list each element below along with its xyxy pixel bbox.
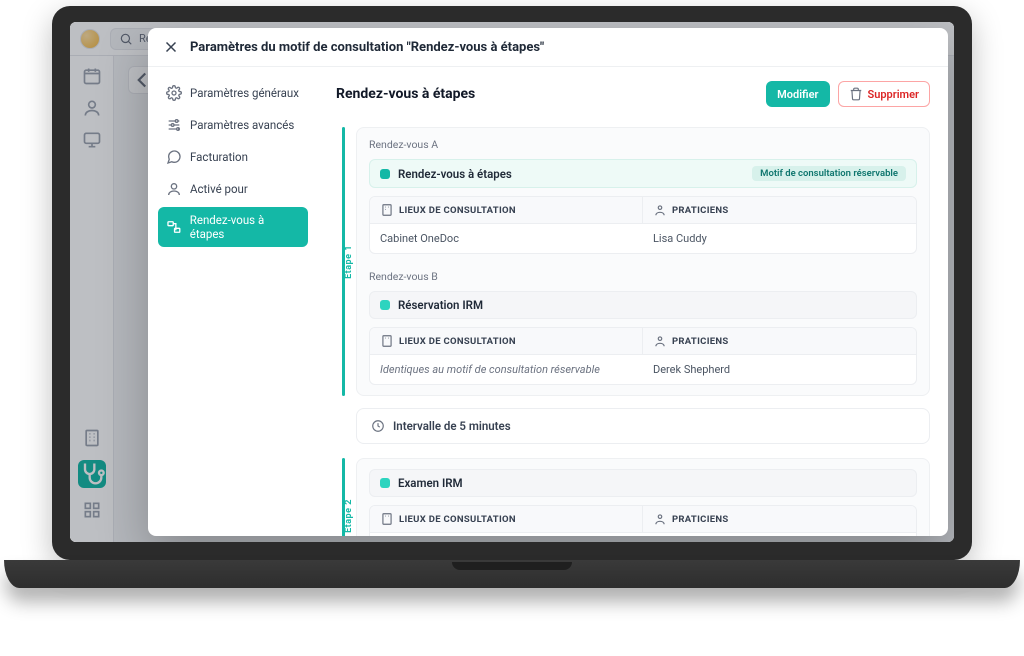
interval-block: Intervalle de 5 minutes (356, 408, 930, 444)
col-lieux-header: LIEUX DE CONSULTATION (370, 197, 643, 224)
chat-icon (166, 149, 182, 165)
etape2-prat: Lisa Cuddy (643, 533, 916, 536)
sidebar: Paramètres généraux Paramètres avancés F… (148, 67, 318, 536)
sidebar-item-steps[interactable]: Rendez-vous à étapes (158, 207, 308, 247)
rv-b-prat: Derek Shepherd (643, 355, 916, 384)
sidebar-item-label: Paramètres généraux (190, 86, 299, 100)
etape-2: Étape 2 Examen IRM (336, 458, 930, 536)
user-icon (653, 334, 667, 348)
etape2-table: LIEUX DE CONSULTATION PRATICIENS Identiq… (369, 505, 917, 536)
sidebar-item-activated-for[interactable]: Activé pour (158, 175, 308, 203)
rv-b-table: LIEUX DE CONSULTATION PRATICIENS Identiq… (369, 327, 917, 385)
rv-b-motif-name: Réservation IRM (398, 298, 483, 312)
rv-a-motif-row: Rendez-vous à étapes Motif de consultati… (369, 159, 917, 188)
modal-header: Paramètres du motif de consultation "Ren… (148, 28, 948, 67)
building-icon (380, 512, 394, 526)
sidebar-item-label: Paramètres avancés (190, 118, 294, 132)
building-icon (380, 203, 394, 217)
rv-a-prat: Lisa Cuddy (643, 224, 916, 253)
sidebar-item-label: Rendez-vous à étapes (190, 213, 300, 241)
interval-label: Intervalle de 5 minutes (393, 419, 511, 433)
delete-button[interactable]: Supprimer (838, 81, 930, 107)
close-icon[interactable] (162, 38, 180, 56)
sliders-icon (166, 117, 182, 133)
rv-a-sub: Rendez-vous A (369, 138, 917, 151)
etape2-lieu: Identiques au motif de consultation rése… (370, 533, 643, 536)
gear-icon (166, 85, 182, 101)
col-prat-header: PRATICIENS (643, 197, 916, 224)
color-swatch-icon (380, 169, 390, 179)
color-swatch-icon (380, 478, 390, 488)
settings-modal: Paramètres du motif de consultation "Ren… (148, 28, 948, 536)
user-icon (166, 181, 182, 197)
delete-button-label: Supprimer (868, 88, 919, 101)
page-title: Rendez-vous à étapes (336, 86, 475, 102)
sidebar-item-general[interactable]: Paramètres généraux (158, 79, 308, 107)
rv-a-table: LIEUX DE CONSULTATION PRATICIENS Cabinet… (369, 196, 917, 254)
etape-1: Étape 1 Rendez-vous A Rendez-vous à étap… (336, 127, 930, 396)
sidebar-item-billing[interactable]: Facturation (158, 143, 308, 171)
etape2-motif-name: Examen IRM (398, 476, 463, 490)
clock-icon (371, 419, 385, 433)
rv-b-sub: Rendez-vous B (369, 270, 917, 283)
etape-1-label: Étape 1 (344, 245, 354, 279)
etape-2-label: Étape 2 (344, 499, 354, 533)
modal-title: Paramètres du motif de consultation "Ren… (190, 40, 544, 55)
building-icon (380, 334, 394, 348)
color-swatch-icon (380, 300, 390, 310)
sidebar-item-advanced[interactable]: Paramètres avancés (158, 111, 308, 139)
rv-a-badge: Motif de consultation réservable (752, 166, 906, 181)
rv-a-lieu: Cabinet OneDoc (370, 224, 643, 253)
main-content: Rendez-vous à étapes Modifier Supprimer (318, 67, 948, 536)
sidebar-item-label: Activé pour (190, 182, 248, 196)
steps-icon (166, 219, 182, 235)
modify-button[interactable]: Modifier (766, 81, 829, 107)
rv-a-motif-name: Rendez-vous à étapes (398, 167, 512, 181)
user-icon (653, 512, 667, 526)
rv-b-motif-row: Réservation IRM (369, 291, 917, 319)
etape2-motif-row: Examen IRM (369, 469, 917, 497)
laptop-base (4, 560, 1020, 588)
trash-icon (849, 87, 863, 101)
rv-b-lieu: Identiques au motif de consultation rése… (370, 355, 643, 384)
sidebar-item-label: Facturation (190, 150, 248, 164)
user-icon (653, 203, 667, 217)
